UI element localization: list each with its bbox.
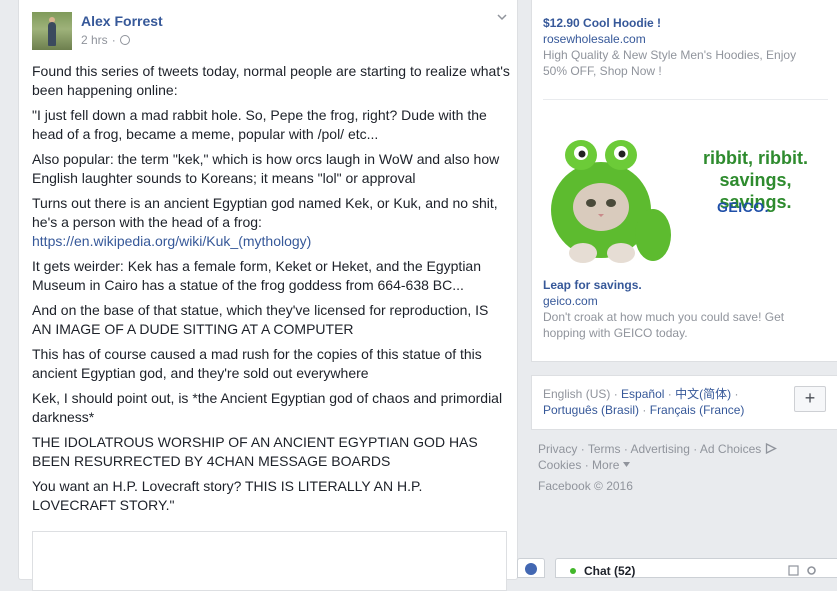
ad-description: Don't croak at how much you could save! … xyxy=(543,310,785,340)
gear-icon[interactable] xyxy=(806,565,817,576)
post-paragraph: This has of course caused a mad rush for… xyxy=(32,346,482,381)
post-paragraph: It gets weirder: Kek has a female form, … xyxy=(32,258,482,293)
online-status-dot xyxy=(570,568,576,574)
post-paragraph: Found this series of tweets today, norma… xyxy=(32,63,510,98)
geico-logo: GEICO. xyxy=(716,199,769,215)
ad-domain[interactable]: geico.com xyxy=(543,293,813,309)
chat-bar[interactable]: Chat (52) xyxy=(555,558,837,578)
globe-icon[interactable] xyxy=(119,35,130,45)
footer-link-privacy[interactable]: Privacy xyxy=(538,442,577,456)
language-option[interactable]: Français (France) xyxy=(650,403,745,417)
add-language-button[interactable]: + xyxy=(794,386,826,412)
ad-image-geico[interactable]: ribbit, ribbit. savings, savings. GEICO. xyxy=(543,115,828,268)
post-meta: 2 hrs · xyxy=(81,33,130,47)
dot-separator: · xyxy=(613,387,618,401)
post-attachment[interactable] xyxy=(32,531,507,591)
post-paragraph: Also popular: the term "kek," which is h… xyxy=(32,151,500,186)
language-option[interactable]: 中文(简体) xyxy=(675,387,731,401)
post-timestamp[interactable]: 2 hrs xyxy=(81,33,108,47)
ad-title[interactable]: $12.90 Cool Hoodie ! xyxy=(543,15,813,31)
avatar-figure-body xyxy=(48,22,56,46)
footer-link-terms[interactable]: Terms xyxy=(588,442,621,456)
chevron-down-icon[interactable] xyxy=(497,12,507,22)
dot-separator: · xyxy=(623,442,628,456)
dot-separator: · xyxy=(667,387,672,401)
current-language: English (US) xyxy=(543,387,611,401)
ad-title[interactable]: Leap for savings. xyxy=(543,277,813,293)
dot-separator: · xyxy=(584,458,589,472)
footer-link-ad-choices[interactable]: Ad Choices xyxy=(700,442,761,456)
caret-down-icon[interactable] xyxy=(622,462,630,467)
footer-link-cookies[interactable]: Cookies xyxy=(538,458,581,472)
post-paragraph: You want an H.P. Lovecraft story? THIS I… xyxy=(32,478,423,513)
language-option[interactable]: Español xyxy=(621,387,664,401)
post-paragraph: And on the base of that statue, which th… xyxy=(32,302,489,337)
dot-separator: · xyxy=(580,442,585,456)
ad-image-line1: ribbit, ribbit. xyxy=(703,148,808,168)
ad-geico[interactable]: Leap for savings. geico.com Don't croak … xyxy=(543,277,813,341)
dot-separator: · xyxy=(734,387,739,401)
meta-separator: · xyxy=(111,33,116,47)
post-text: Found this series of tweets today, norma… xyxy=(32,62,510,521)
language-selector-panel: English (US) · Español · 中文(简体) · Portug… xyxy=(531,375,837,430)
post-paragraph: Turns out there is an ancient Egyptian g… xyxy=(32,195,498,230)
footer-copyright: Facebook © 2016 xyxy=(538,479,633,493)
dot-separator: · xyxy=(642,403,647,417)
compose-icon[interactable] xyxy=(788,565,799,576)
language-list: English (US) · Español · 中文(简体) · Portug… xyxy=(543,386,793,418)
post-paragraph: "I just fell down a mad rabbit hole. So,… xyxy=(32,107,487,142)
ad-divider xyxy=(543,99,828,100)
wikipedia-link[interactable]: https://en.wikipedia.org/wiki/Kuk_(mytho… xyxy=(32,233,311,249)
ad-hoodie[interactable]: $12.90 Cool Hoodie ! rosewholesale.com H… xyxy=(543,15,813,79)
post-paragraph: THE IDOLATROUS WORSHIP OF AN ANCIENT EGY… xyxy=(32,434,478,469)
chat-options-button[interactable] xyxy=(517,558,545,578)
ad-domain[interactable]: rosewholesale.com xyxy=(543,31,813,47)
sponsored-ads-panel: $12.90 Cool Hoodie ! rosewholesale.com H… xyxy=(531,0,837,362)
ad-choices-icon[interactable] xyxy=(765,442,777,455)
ad-description: High Quality & New Style Men's Hoodies, … xyxy=(543,48,797,78)
news-feed-post: Alex Forrest 2 hrs · Found this series o… xyxy=(18,0,518,591)
footer-link-more[interactable]: More xyxy=(592,458,619,472)
chat-label: Chat (52) xyxy=(584,564,636,578)
post-paragraph-with-link: Turns out there is an ancient Egyptian g… xyxy=(32,194,510,251)
post-paragraph: Kek, I should point out, is *the Ancient… xyxy=(32,390,503,425)
globe-icon xyxy=(525,563,537,575)
post-author-name[interactable]: Alex Forrest xyxy=(81,13,163,29)
site-footer: Privacy · Terms · Advertising · Ad Choic… xyxy=(538,441,828,494)
author-avatar[interactable] xyxy=(32,12,72,50)
footer-link-advertising[interactable]: Advertising xyxy=(631,442,690,456)
dot-separator: · xyxy=(693,442,698,456)
language-option[interactable]: Português (Brasil) xyxy=(543,403,639,417)
